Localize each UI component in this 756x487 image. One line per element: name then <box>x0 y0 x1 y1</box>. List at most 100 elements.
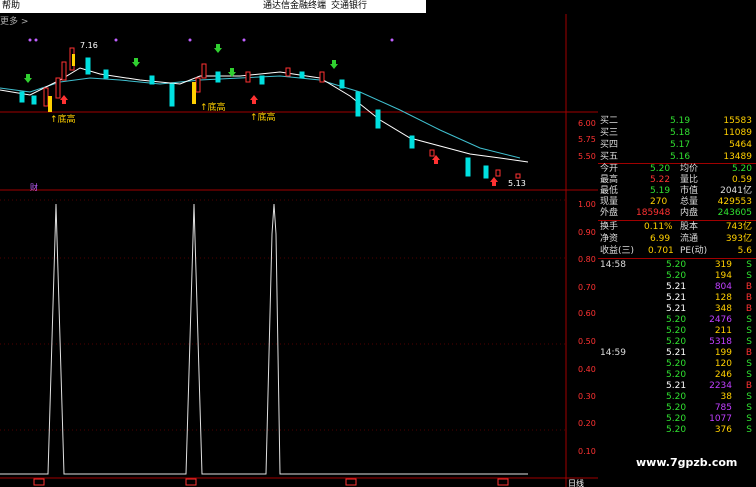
last-price-label: 5.13 <box>508 179 526 188</box>
tick-side: B <box>745 304 752 314</box>
bid-label: 买五 <box>600 152 619 162</box>
tick-time: 14:59 <box>600 348 626 358</box>
time-ticks <box>33 478 509 486</box>
tick-row: 5.21 2234 B <box>598 381 756 392</box>
fund-label: 收益(三) <box>600 246 635 256</box>
tick-volume: 348 <box>714 304 732 314</box>
tick-price: 5.20 <box>666 326 687 336</box>
tick-volume: 319 <box>714 260 732 270</box>
kline-chart: ↑底高 ↑底高 ↑底高 7.16 5.13 财 6.00 5.75 5.50 1… <box>0 14 598 487</box>
stat-label: 总量 <box>680 197 699 207</box>
divider <box>598 258 756 259</box>
tick-row: 5.20 211 S <box>598 326 756 337</box>
menu-help[interactable]: 帮助 <box>2 0 20 13</box>
tick-volume: 5318 <box>709 337 732 347</box>
tick-row: 5.20 1077 S <box>598 414 756 425</box>
stats-row: 今开 5.20 均价 5.20 <box>598 164 756 175</box>
tick-volume: 120 <box>714 359 732 369</box>
fund-value: 0.11% <box>644 222 673 232</box>
tick-side: S <box>746 392 752 402</box>
fund-value: 393亿 <box>725 234 752 244</box>
indicator-tick: 0.90 <box>578 228 596 237</box>
fund-value: 743亿 <box>725 222 752 232</box>
bid-label: 买三 <box>600 128 619 138</box>
finance-marker: 财 <box>30 182 38 192</box>
tick-volume: 211 <box>714 326 732 336</box>
stat-value: 429553 <box>717 197 752 207</box>
tick-side: B <box>745 381 752 391</box>
bid-price: 5.19 <box>670 116 691 126</box>
tick-volume: 246 <box>714 370 732 380</box>
divider <box>598 220 756 221</box>
fund-label: 流通 <box>680 234 699 244</box>
bid-price: 5.17 <box>670 140 691 150</box>
stat-value: 5.20 <box>731 164 752 174</box>
tick-price: 5.20 <box>666 260 687 270</box>
up-candles <box>43 47 521 179</box>
indicator-tick: 0.20 <box>578 419 596 428</box>
bid-volume: 13489 <box>723 152 752 162</box>
tick-row: 5.21 804 B <box>598 282 756 293</box>
indicator-tick: 0.40 <box>578 365 596 374</box>
indicator-tick: 0.80 <box>578 255 596 264</box>
tick-side: S <box>746 315 752 325</box>
tick-volume: 199 <box>714 348 732 358</box>
tick-row: 5.20 120 S <box>598 359 756 370</box>
app-title: 通达信金融终端 <box>263 1 327 11</box>
period-label[interactable]: 日线 <box>568 478 584 487</box>
bid-volume: 15583 <box>723 116 752 126</box>
stat-value: 5.19 <box>650 186 671 196</box>
bottom-high-label-1: ↑底高 <box>50 113 76 125</box>
stat-value: 185948 <box>636 208 671 218</box>
tick-price: 5.20 <box>666 370 687 380</box>
bid-row-5: 买五 5.16 13489 <box>598 152 756 163</box>
tick-side: S <box>746 425 752 435</box>
tick-side: S <box>746 260 752 270</box>
tick-time: 14:58 <box>600 260 626 270</box>
indicator-tick: 0.50 <box>578 337 596 346</box>
fund-label: 净资 <box>600 234 619 244</box>
fund-value: 0.701 <box>648 246 674 256</box>
bid-row-4: 买四 5.17 5464 <box>598 140 756 151</box>
tick-price: 5.21 <box>666 381 687 391</box>
tick-price: 5.21 <box>666 304 687 314</box>
bid-row-3: 买三 5.18 11089 <box>598 128 756 139</box>
watermark: www.7gpzb.com <box>636 456 738 469</box>
stats-row: 最低 5.19 市值 2041亿 <box>598 186 756 197</box>
tick-price: 5.20 <box>666 414 687 424</box>
stats-row: 最高 5.22 量比 0.59 <box>598 175 756 186</box>
tick-volume: 804 <box>714 282 732 292</box>
tick-volume: 128 <box>714 293 732 303</box>
tick-side: B <box>745 293 752 303</box>
bid-label: 买四 <box>600 140 619 150</box>
tick-side: S <box>746 370 752 380</box>
stat-value: 5.20 <box>650 164 671 174</box>
tick-row: 14:58 5.20 319 S <box>598 260 756 271</box>
indicator-tick: 0.70 <box>578 283 596 292</box>
indicator-axis: 1.00 0.90 0.80 0.70 0.60 0.50 0.40 0.30 … <box>578 200 596 456</box>
bottom-high-label-2: ↑底高 <box>200 101 226 113</box>
tick-row: 5.20 785 S <box>598 403 756 414</box>
tick-price: 5.21 <box>666 348 687 358</box>
tick-price: 5.21 <box>666 282 687 292</box>
stat-label: 市值 <box>680 186 699 196</box>
stat-label: 最低 <box>600 186 619 196</box>
tick-volume: 38 <box>720 392 732 402</box>
stat-label: 最高 <box>600 175 619 185</box>
tick-price: 5.20 <box>666 359 687 369</box>
bid-price: 5.16 <box>670 152 691 162</box>
indicator-spikes <box>0 203 528 475</box>
stats-row: 外盘 185948 内盘 243605 <box>598 208 756 219</box>
tick-price: 5.20 <box>666 315 687 325</box>
tick-price: 5.20 <box>666 425 687 435</box>
price-tick: 5.50 <box>578 152 596 161</box>
stat-label: 内盘 <box>680 208 699 218</box>
stat-value: 5.22 <box>650 175 671 185</box>
indicator-tick: 0.10 <box>578 447 596 456</box>
tick-row: 14:59 5.21 199 B <box>598 348 756 359</box>
tick-side: S <box>746 403 752 413</box>
stat-label: 外盘 <box>600 208 619 218</box>
tick-volume: 376 <box>714 425 732 435</box>
stat-label: 均价 <box>680 164 699 174</box>
price-axis: 6.00 5.75 5.50 <box>578 119 596 161</box>
